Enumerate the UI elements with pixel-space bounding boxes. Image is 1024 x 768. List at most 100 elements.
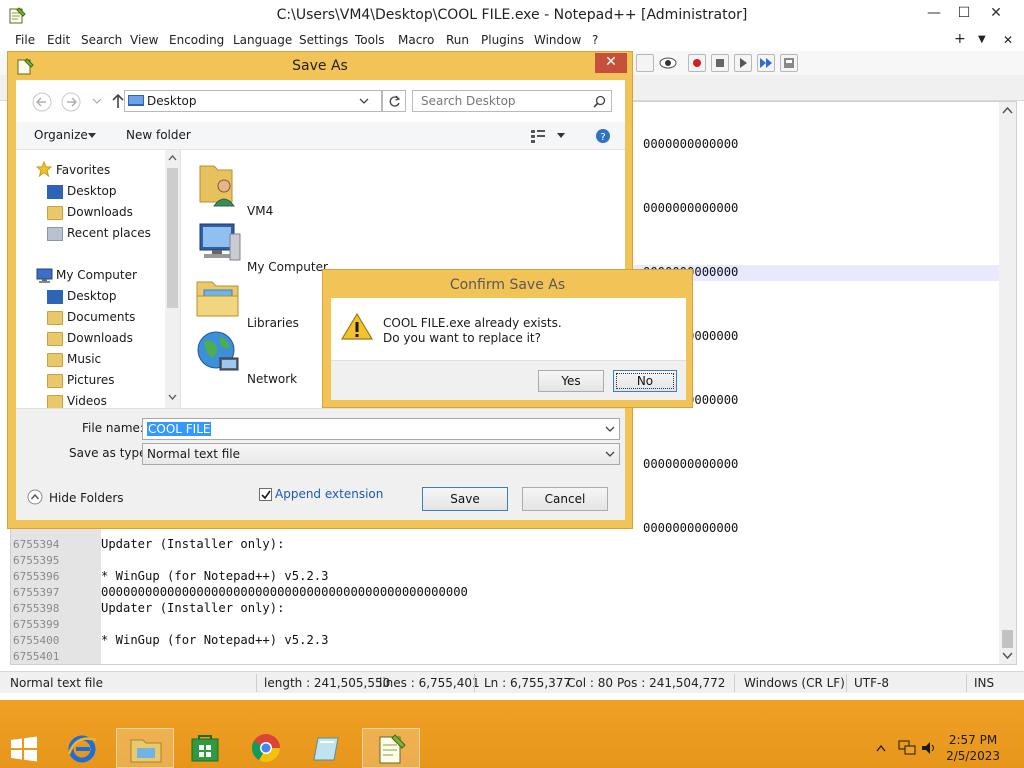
menu-plugins[interactable]: Plugins [481, 33, 524, 47]
menu-edit[interactable]: Edit [47, 33, 70, 47]
network-globe-icon[interactable] [194, 328, 242, 376]
user-folder-icon[interactable] [196, 160, 240, 208]
cancel-button[interactable]: Cancel [522, 487, 608, 511]
network-tray-icon[interactable] [898, 740, 916, 756]
save-button[interactable]: Save [422, 487, 508, 511]
nav-fav-downloads[interactable]: Downloads [67, 205, 133, 219]
append-extension-label[interactable]: Append extension [275, 487, 383, 501]
windows-start-icon[interactable] [10, 736, 38, 762]
menu-settings[interactable]: Settings [299, 33, 348, 47]
maximize-button[interactable]: ☐ [946, 0, 982, 28]
chevron-down-icon[interactable] [359, 98, 369, 106]
taskbar-internet-explorer[interactable] [52, 728, 110, 768]
menu-search[interactable]: Search [81, 33, 122, 47]
scroll-down-icon[interactable] [1002, 652, 1013, 660]
hide-folders-chevron-icon[interactable] [27, 489, 43, 505]
code-line: * WinGup (for Notepad++) v5.2.3 [101, 633, 329, 647]
confirm-message-line1: COOL FILE.exe already exists. [383, 316, 562, 330]
menu-run[interactable]: Run [446, 33, 469, 47]
save-as-type-select[interactable]: Normal text file [142, 443, 620, 465]
forward-arrow-icon[interactable] [61, 92, 81, 112]
menu-language[interactable]: Language [233, 33, 292, 47]
nav-pc-downloads[interactable]: Downloads [67, 331, 133, 345]
line-number: 6755396 [13, 570, 60, 583]
taskbar-notepadpp[interactable] [362, 728, 420, 768]
recent-locations-chevron-icon[interactable] [92, 98, 102, 106]
line-number: 6755395 [13, 554, 60, 567]
play-macro-button[interactable] [734, 54, 752, 72]
nav-fav-desktop[interactable]: Desktop [67, 184, 117, 198]
item-libraries[interactable]: Libraries [247, 316, 299, 330]
yes-button[interactable]: Yes [538, 370, 604, 392]
confirm-save-as-dialog: Confirm Save As COOL FILE.exe already ex… [322, 269, 693, 408]
save-macro-button[interactable] [780, 54, 798, 72]
address-bar[interactable]: Desktop [124, 90, 382, 112]
libraries-folder-icon[interactable] [194, 274, 242, 320]
view-dropdown-icon[interactable] [557, 133, 565, 139]
save-macro-icon [784, 58, 794, 68]
hide-folders-button[interactable]: Hide Folders [49, 491, 124, 505]
confirm-button-row: Yes No [331, 360, 686, 400]
scroll-up-icon[interactable] [1002, 106, 1013, 114]
nav-fav-recent-places[interactable]: Recent places [67, 226, 151, 240]
menu-tools[interactable]: Tools [355, 33, 385, 47]
tab-list-dropdown[interactable]: ▼ [978, 34, 986, 45]
title-bar[interactable]: C:\Users\VM4\Desktop\COOL FILE.exe - Not… [0, 0, 1024, 30]
search-box[interactable]: Search Desktop [412, 90, 612, 112]
computer-icon[interactable] [194, 220, 242, 264]
organize-button[interactable]: Organize [34, 128, 88, 142]
save-as-close-button[interactable]: ✕ [595, 53, 627, 73]
nav-pc-videos[interactable]: Videos [67, 394, 107, 408]
item-my-computer[interactable]: My Computer [247, 260, 328, 274]
chevron-down-icon[interactable] [605, 451, 615, 459]
back-arrow-icon[interactable] [32, 92, 52, 112]
nav-pc-music[interactable]: Music [67, 352, 101, 366]
taskbar-file-explorer[interactable] [116, 728, 174, 768]
status-lines: lines : 6,755,401 [379, 676, 480, 690]
scrollbar-thumb[interactable] [1002, 630, 1013, 648]
file-name-input[interactable]: COOL FILE [142, 418, 620, 440]
help-icon[interactable]: ? [595, 128, 611, 144]
record-macro-button[interactable] [688, 54, 706, 72]
close-doc-button[interactable]: ✕ [1003, 33, 1013, 47]
scroll-up-icon[interactable] [168, 154, 177, 161]
no-button[interactable]: No [613, 370, 677, 392]
refresh-button[interactable] [382, 90, 406, 112]
nav-favorites[interactable]: Favorites [56, 163, 110, 177]
scrollbar-thumb[interactable] [167, 168, 178, 308]
menu-help[interactable]: ? [592, 33, 598, 47]
nav-pane-scrollbar[interactable] [165, 150, 180, 408]
show-hidden-icons-chevron-icon[interactable] [876, 744, 886, 752]
taskbar-chrome[interactable] [236, 728, 294, 768]
new-tab-plus-button[interactable]: + [954, 31, 966, 47]
item-vm4[interactable]: VM4 [247, 204, 273, 218]
new-folder-button[interactable]: New folder [126, 128, 191, 142]
chevron-down-icon[interactable] [605, 426, 615, 434]
nav-pc-desktop[interactable]: Desktop [67, 289, 117, 303]
menu-view[interactable]: View [130, 33, 158, 47]
status-filetype: Normal text file [10, 676, 104, 690]
eye-icon[interactable] [658, 54, 678, 72]
append-extension-checkbox[interactable] [259, 488, 272, 501]
editor-vertical-scrollbar[interactable] [999, 102, 1016, 664]
menu-window[interactable]: Window [534, 33, 581, 47]
menu-encoding[interactable]: Encoding [169, 33, 224, 47]
taskbar-app-generic[interactable] [298, 728, 356, 768]
volume-tray-icon[interactable] [920, 740, 938, 756]
item-network[interactable]: Network [247, 372, 297, 386]
scroll-down-icon[interactable] [168, 394, 177, 401]
toolbar-button[interactable] [636, 54, 654, 72]
navigation-pane[interactable]: Favorites Desktop Downloads Recent place… [16, 150, 181, 409]
taskbar-store[interactable] [176, 728, 234, 768]
stop-macro-button[interactable] [711, 54, 729, 72]
run-multiple-macro-button[interactable] [757, 54, 775, 72]
view-options-icon[interactable] [531, 129, 547, 143]
taskbar: 2:57 PM 2/5/2023 [0, 700, 1024, 768]
nav-pc-pictures[interactable]: Pictures [67, 373, 115, 387]
close-window-button[interactable]: ✕ [978, 0, 1014, 28]
system-clock[interactable]: 2:57 PM 2/5/2023 [946, 732, 1000, 764]
nav-pc-documents[interactable]: Documents [67, 310, 135, 324]
menu-macro[interactable]: Macro [398, 33, 434, 47]
nav-my-computer[interactable]: My Computer [56, 268, 137, 282]
menu-file[interactable]: File [15, 33, 35, 47]
